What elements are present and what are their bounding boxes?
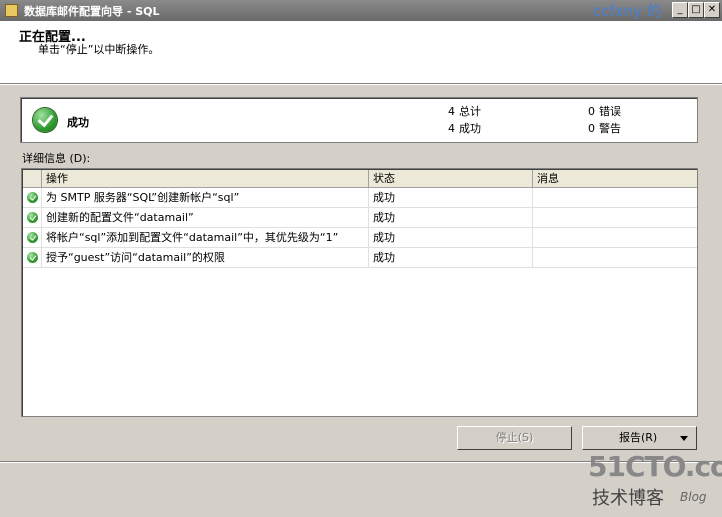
success-check-icon xyxy=(27,192,38,203)
row-action: 创建新的配置文件“datamail” xyxy=(42,208,369,227)
stat-warnings: 0 警告 xyxy=(588,122,621,135)
table-row[interactable]: 授予“guest”访问“datamail”的权限 成功 xyxy=(23,248,697,268)
row-action: 为 SMTP 服务器“SQL”创建新帐户“sql” xyxy=(42,188,369,207)
title-watermark: ccfxny 的 xyxy=(593,2,662,20)
row-action: 授予“guest”访问“datamail”的权限 xyxy=(42,248,369,267)
status-text: 成功 xyxy=(67,116,89,129)
stat-errors: 0 错误 xyxy=(588,105,621,118)
close-button[interactable]: ✕ xyxy=(704,2,720,18)
row-message xyxy=(533,208,697,227)
page-subtitle: 单击“停止”以中断操作。 xyxy=(38,43,160,56)
column-header-action[interactable]: 操作 xyxy=(42,170,369,187)
row-status: 成功 xyxy=(369,208,533,227)
row-action: 将帐户“sql”添加到配置文件“datamail”中，其优先级为“1” xyxy=(42,228,369,247)
report-button[interactable]: 报告(R) xyxy=(582,426,697,450)
stat-total: 4 总计 xyxy=(448,105,481,118)
column-header-icon xyxy=(23,170,42,187)
wizard-header: 正在配置... 单击“停止”以中断操作。 xyxy=(0,21,722,84)
row-message xyxy=(533,228,697,247)
table-row[interactable]: 将帐户“sql”添加到配置文件“datamail”中，其优先级为“1” 成功 xyxy=(23,228,697,248)
app-icon xyxy=(5,4,18,17)
dropdown-arrow-icon[interactable] xyxy=(680,436,688,441)
title-bar: 数据库邮件配置向导 - SQL ccfxny 的 _ □ ✕ xyxy=(0,0,722,21)
row-status: 成功 xyxy=(369,228,533,247)
success-check-icon xyxy=(27,212,38,223)
column-header-message[interactable]: 消息 xyxy=(533,170,697,187)
row-message xyxy=(533,188,697,207)
row-message xyxy=(533,248,697,267)
details-label: 详细信息 (D): xyxy=(22,152,91,165)
report-button-label: 报告(R) xyxy=(619,431,658,444)
minimize-button[interactable]: _ xyxy=(672,2,688,18)
row-status: 成功 xyxy=(369,248,533,267)
status-summary-panel: 成功 4 总计 0 错误 4 成功 0 警告 xyxy=(20,97,698,143)
success-check-icon xyxy=(27,232,38,243)
restore-button[interactable]: □ xyxy=(688,2,704,18)
stop-button[interactable]: 停止(S) xyxy=(457,426,572,450)
blog-watermark: Blog xyxy=(680,490,707,504)
table-row[interactable]: 为 SMTP 服务器“SQL”创建新帐户“sql” 成功 xyxy=(23,188,697,208)
site-watermark: 51CTO.com xyxy=(588,450,722,483)
details-grid[interactable]: 操作 状态 消息 为 SMTP 服务器“SQL”创建新帐户“sql” 成功 创建… xyxy=(21,168,698,417)
success-check-icon xyxy=(33,108,57,132)
success-check-icon xyxy=(27,252,38,263)
row-status: 成功 xyxy=(369,188,533,207)
stat-success: 4 成功 xyxy=(448,122,481,135)
window-title: 数据库邮件配置向导 - SQL xyxy=(24,5,160,18)
grid-header: 操作 状态 消息 xyxy=(23,170,697,188)
table-row[interactable]: 创建新的配置文件“datamail” 成功 xyxy=(23,208,697,228)
tagline-watermark: 技术博客 xyxy=(592,488,664,509)
column-header-status[interactable]: 状态 xyxy=(369,170,533,187)
